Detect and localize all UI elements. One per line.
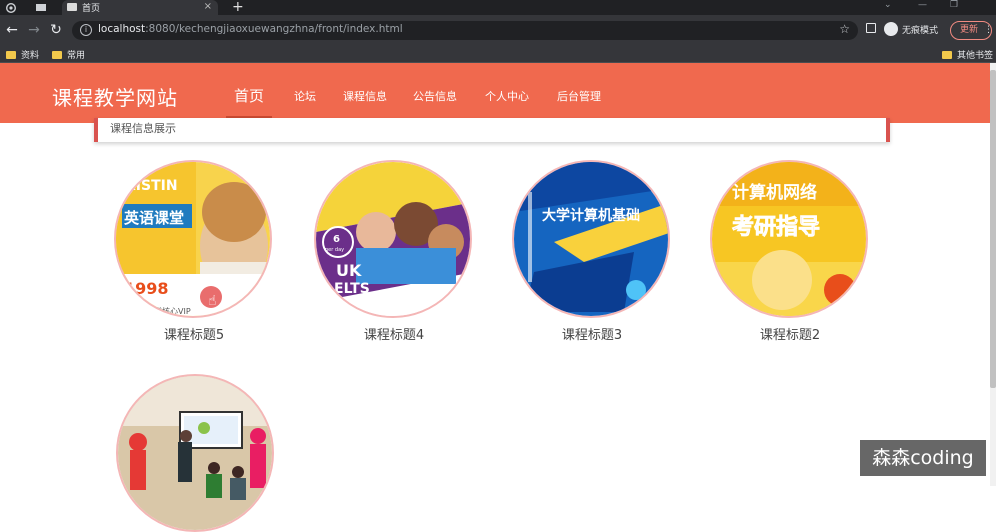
minimize-icon[interactable]: — [918, 0, 927, 10]
bookmark-folder-2[interactable]: 常用 [52, 48, 85, 61]
site-brand[interactable]: 课程教学网站 [52, 82, 178, 111]
cover-sub: ELTS [334, 281, 370, 297]
back-button[interactable]: ← [4, 21, 20, 39]
star-icon[interactable]: ☆ [839, 22, 850, 36]
folder-icon [52, 50, 62, 59]
nav-admin[interactable]: 后台管理 [557, 88, 601, 104]
browser-tab-strip: 首页 × + ⌄ — ❐ [0, 0, 996, 15]
course-cover-4[interactable]: 6 per day UK ELTS [314, 160, 472, 318]
folder-icon [942, 50, 952, 59]
tab-favicon-1[interactable] [6, 0, 16, 15]
menu-kebab-icon[interactable]: ⋮ [984, 22, 993, 39]
cover-sub: 考研指导 [732, 215, 820, 240]
cover-headline: 计算机网络 [732, 182, 817, 203]
cover-badge-top: 6 [333, 234, 340, 245]
nav-courses[interactable]: 课程信息 [343, 88, 387, 104]
reload-button[interactable]: ↻ [48, 21, 64, 39]
bookmarks-bar: 资料 常用 其他书签 [0, 45, 996, 63]
course-cover-image: 大学计算机基础 [514, 162, 668, 316]
cover-headline: UK [336, 261, 362, 280]
cover-top-text: RISTIN [125, 178, 178, 194]
course-cover-2[interactable]: 计算机网络 考研指导 [710, 160, 868, 318]
address-bar[interactable]: i localhost:8080/kechengjiaoxuewangzhna/… [72, 21, 858, 40]
incognito-icon [884, 22, 898, 36]
url-text[interactable]: localhost:8080/kechengjiaoxuewangzhna/fr… [98, 23, 403, 35]
bookmark-folder-1[interactable]: 资料 [6, 48, 39, 61]
cover-sub: 课堂核心VIP [146, 306, 191, 316]
course-cover-image: RISTIN 英语课堂 1998 课堂核心VIP [116, 162, 270, 316]
cover-headline: 大学计算机基础 [542, 207, 640, 224]
restore-icon[interactable]: ❐ [950, 0, 958, 10]
incognito-indicator[interactable]: 无痕模式 [866, 22, 939, 36]
close-icon[interactable]: × [204, 1, 212, 12]
course-cover-1[interactable] [116, 374, 274, 532]
nav-forum[interactable]: 论坛 [294, 88, 316, 104]
tab-title: 首页 [82, 4, 101, 14]
update-button[interactable]: 更新 ⋮ [950, 21, 993, 40]
hand-cursor-icon: ☝ [208, 293, 217, 309]
section-title: 课程信息展示 [110, 122, 176, 135]
nav-announcements[interactable]: 公告信息 [413, 88, 457, 104]
folder-icon [6, 50, 16, 59]
site-navbar: 课程教学网站 首页 论坛 课程信息 公告信息 个人中心 后台管理 [0, 63, 990, 123]
section-header: 课程信息展示 [94, 118, 890, 142]
course-title-2[interactable]: 课程标题2 [710, 324, 870, 343]
scrollbar-thumb[interactable] [990, 70, 996, 388]
course-title-5[interactable]: 课程标题5 [114, 324, 274, 343]
course-cover-image: 6 per day UK ELTS [316, 162, 470, 316]
tab-active[interactable]: 首页 × [62, 0, 218, 15]
side-panel-icon[interactable] [866, 23, 876, 33]
course-cover-3[interactable]: 大学计算机基础 [512, 160, 670, 318]
chevron-down-icon[interactable]: ⌄ [884, 0, 892, 10]
new-tab-button[interactable]: + [232, 0, 244, 15]
course-title-4[interactable]: 课程标题4 [314, 324, 474, 343]
course-cover-5[interactable]: RISTIN 英语课堂 1998 课堂核心VIP [114, 160, 272, 318]
site-info-icon[interactable]: i [80, 24, 92, 36]
forward-button[interactable]: → [26, 21, 42, 39]
course-title-3[interactable]: 课程标题3 [512, 324, 672, 343]
watermark: 森森coding [860, 440, 986, 476]
course-cover-image [118, 376, 272, 530]
incognito-label: 无痕模式 [902, 25, 939, 36]
bookmark-folder-other[interactable]: 其他书签 [942, 48, 993, 61]
cover-headline: 英语课堂 [124, 209, 184, 227]
tab-favicon-2[interactable] [36, 0, 46, 15]
page-icon [67, 3, 77, 11]
cover-badge-bottom: per day [325, 247, 344, 253]
cover-price: 1998 [124, 279, 169, 298]
nav-profile[interactable]: 个人中心 [485, 88, 529, 104]
nav-home[interactable]: 首页 [234, 85, 264, 106]
course-cover-image: 计算机网络 考研指导 [712, 162, 866, 316]
